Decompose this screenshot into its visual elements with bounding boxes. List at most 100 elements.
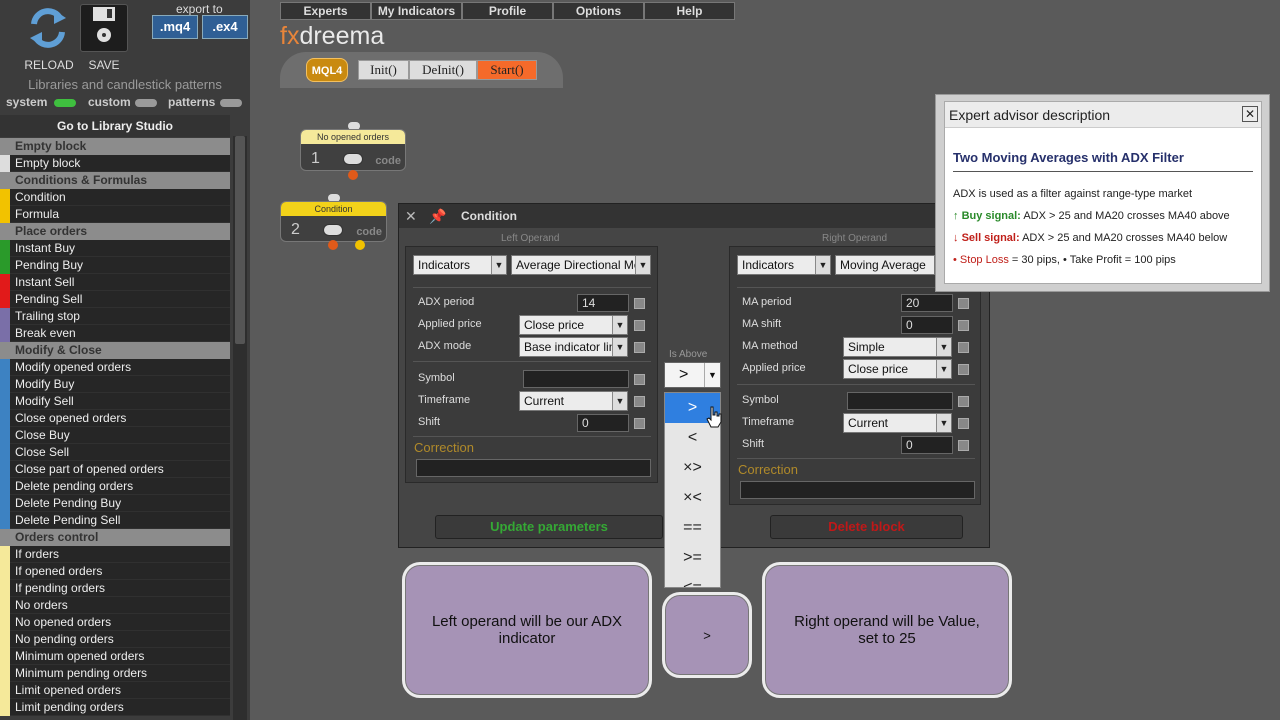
library-item[interactable]: Empty block <box>0 155 230 172</box>
correction-input[interactable] <box>740 481 975 499</box>
menu-profile[interactable]: Profile <box>462 2 553 20</box>
block-code-link[interactable]: code <box>356 226 382 238</box>
pin-icon[interactable]: 📌 <box>429 204 446 228</box>
scrollbar-thumb[interactable] <box>235 136 245 344</box>
tab-init[interactable]: Init() <box>358 60 409 80</box>
param-checkbox[interactable] <box>958 396 969 407</box>
close-icon[interactable]: ✕ <box>405 204 417 228</box>
library-item[interactable]: If opened orders <box>0 563 230 580</box>
close-icon[interactable]: ✕ <box>1242 106 1258 122</box>
ma-period-input[interactable]: 20 <box>901 294 953 312</box>
param-checkbox[interactable] <box>958 418 969 429</box>
library-item[interactable]: Delete Pending Sell <box>0 512 230 529</box>
library-item[interactable]: Minimum opened orders <box>0 648 230 665</box>
library-item[interactable]: Close Sell <box>0 444 230 461</box>
symbol-input[interactable] <box>847 392 953 410</box>
tab-start[interactable]: Start() <box>477 60 537 80</box>
toggle-patterns-switch[interactable] <box>220 99 242 107</box>
block-toggle[interactable] <box>343 153 363 165</box>
toggle-system-switch[interactable] <box>54 99 76 107</box>
block-output-connector[interactable] <box>348 170 358 180</box>
block-output-false-connector[interactable] <box>355 240 365 250</box>
tab-deinit[interactable]: DeInit() <box>409 60 477 80</box>
left-indicator-select[interactable]: Average Directional Movement Index▼ <box>511 255 651 275</box>
library-item[interactable]: If orders <box>0 546 230 563</box>
library-item[interactable]: No orders <box>0 597 230 614</box>
block-code-link[interactable]: code <box>375 155 401 167</box>
toggle-custom-switch[interactable] <box>135 99 157 107</box>
library-item[interactable]: No opened orders <box>0 614 230 631</box>
shift-input[interactable]: 0 <box>577 414 629 432</box>
param-checkbox[interactable] <box>634 320 645 331</box>
applied-price-select[interactable]: Close price ▼ <box>519 315 628 335</box>
param-checkbox[interactable] <box>958 440 969 451</box>
operator-option-equal[interactable]: == <box>665 513 720 543</box>
library-item[interactable]: Delete pending orders <box>0 478 230 495</box>
ma-method-select[interactable]: Simple ▼ <box>843 337 952 357</box>
operator-option-crosses-above[interactable]: ×> <box>665 453 720 483</box>
sidebar-scrollbar[interactable] <box>233 136 247 720</box>
param-checkbox[interactable] <box>634 396 645 407</box>
adx-period-input[interactable]: 14 <box>577 294 629 312</box>
library-item[interactable]: Modify Sell <box>0 393 230 410</box>
library-item[interactable]: Limit opened orders <box>0 682 230 699</box>
tab-mql4[interactable]: MQL4 <box>306 58 348 82</box>
applied-price-select[interactable]: Close price ▼ <box>843 359 952 379</box>
library-item[interactable]: Instant Sell <box>0 274 230 291</box>
correction-input[interactable] <box>416 459 651 477</box>
library-item[interactable]: Pending Sell <box>0 291 230 308</box>
export-mq4-button[interactable]: .mq4 <box>152 15 198 39</box>
operator-option-less-equal[interactable]: <= <box>665 573 720 587</box>
symbol-input[interactable] <box>523 370 629 388</box>
reload-icon[interactable] <box>24 4 72 52</box>
param-checkbox[interactable] <box>634 298 645 309</box>
library-item[interactable]: Break even <box>0 325 230 342</box>
left-type-select[interactable]: Indicators ▼ <box>413 255 507 275</box>
library-item[interactable]: Close opened orders <box>0 410 230 427</box>
param-checkbox[interactable] <box>958 298 969 309</box>
save-icon[interactable] <box>80 4 128 52</box>
param-checkbox[interactable] <box>958 342 969 353</box>
right-type-select[interactable]: Indicators ▼ <box>737 255 831 275</box>
library-item[interactable]: Trailing stop <box>0 308 230 325</box>
export-ex4-button[interactable]: .ex4 <box>202 15 248 39</box>
operator-select[interactable]: > ▼ <box>664 362 721 388</box>
operator-option-greater-equal[interactable]: >= <box>665 543 720 573</box>
menu-options[interactable]: Options <box>553 2 644 20</box>
adx-mode-select[interactable]: Base indicator line ▼ <box>519 337 628 357</box>
description-header[interactable]: Expert advisor description ✕ <box>945 102 1261 128</box>
param-checkbox[interactable] <box>958 364 969 375</box>
menu-experts[interactable]: Experts <box>280 2 371 20</box>
block-output-true-connector[interactable] <box>328 240 338 250</box>
operator-option-crosses-below[interactable]: ×< <box>665 483 720 513</box>
block-condition[interactable]: Condition 2 code <box>280 201 387 242</box>
library-item[interactable]: Modify opened orders <box>0 359 230 376</box>
block-toggle[interactable] <box>323 224 343 236</box>
ma-shift-input[interactable]: 0 <box>901 316 953 334</box>
block-no-opened-orders[interactable]: No opened orders 1 code <box>300 129 406 171</box>
timeframe-select[interactable]: Current ▼ <box>843 413 952 433</box>
library-item[interactable]: No pending orders <box>0 631 230 648</box>
param-checkbox[interactable] <box>634 374 645 385</box>
library-item[interactable]: Modify Buy <box>0 376 230 393</box>
right-indicator-select[interactable]: Moving Average <box>835 255 935 275</box>
library-item[interactable]: Formula <box>0 206 230 223</box>
library-item[interactable]: Minimum pending orders <box>0 665 230 682</box>
library-item[interactable]: Close part of opened orders <box>0 461 230 478</box>
timeframe-select[interactable]: Current ▼ <box>519 391 628 411</box>
param-checkbox[interactable] <box>958 320 969 331</box>
library-item[interactable]: Instant Buy <box>0 240 230 257</box>
library-item[interactable]: Condition <box>0 189 230 206</box>
dialog-title-bar[interactable]: ✕ 📌 Condition <box>399 204 989 228</box>
go-to-library-studio-link[interactable]: Go to Library Studio <box>0 115 230 137</box>
param-checkbox[interactable] <box>634 342 645 353</box>
library-item[interactable]: Close Buy <box>0 427 230 444</box>
menu-help[interactable]: Help <box>644 2 735 20</box>
library-item[interactable]: If pending orders <box>0 580 230 597</box>
menu-my-indicators[interactable]: My Indicators <box>371 2 462 20</box>
library-item[interactable]: Delete Pending Buy <box>0 495 230 512</box>
update-parameters-button[interactable]: Update parameters <box>435 515 663 539</box>
param-checkbox[interactable] <box>634 418 645 429</box>
shift-input[interactable]: 0 <box>901 436 953 454</box>
delete-block-button[interactable]: Delete block <box>770 515 963 539</box>
